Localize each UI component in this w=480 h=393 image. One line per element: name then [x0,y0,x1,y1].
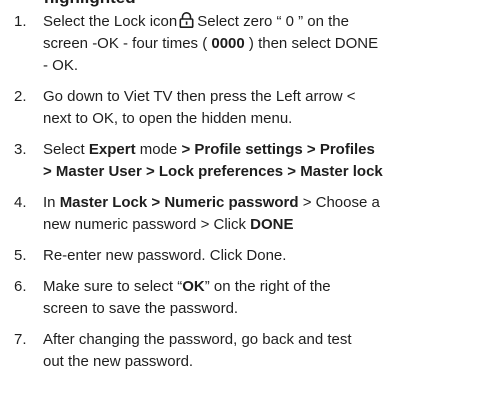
step-line: After changing the password, go back and… [43,331,352,348]
step-line: Make sure to select “OK” on the right of… [43,278,331,295]
step-line: > Master User > Lock preferences > Maste… [43,163,383,180]
step-line: Re-enter new password. Click Done. [43,247,287,264]
step-number: 7. [14,331,27,348]
step-line: new numeric password > Click DONE [43,216,294,233]
instructions-document: highlighted 1. Select the Lock iconSelec… [0,0,480,393]
step-number: 5. [14,247,27,264]
step-line: out the new password. [43,353,194,370]
step-line: Select Expert mode > Profile settings > … [43,141,375,158]
step-line: screen -OK - four times ( 0000 ) then se… [43,35,379,52]
lock-icon [179,12,194,28]
step-line: Select the Lock icon Select zero “ 0 ” on… [43,12,349,30]
step-line: In Master Lock > Numeric password > Choo… [43,194,380,211]
step-number: 4. [14,194,27,211]
step-line: next to OK, to open the hidden menu. [43,110,293,127]
step-line: screen to save the password. [43,300,239,317]
step-number: 6. [14,278,27,295]
step-line: - OK. [43,57,79,74]
clipped-heading: highlighted [44,0,136,8]
step-number: 1. [14,13,27,30]
step-number: 3. [14,141,27,158]
step-line: Go down to Viet TV then press the Left a… [43,88,356,105]
step-number: 2. [14,88,27,105]
